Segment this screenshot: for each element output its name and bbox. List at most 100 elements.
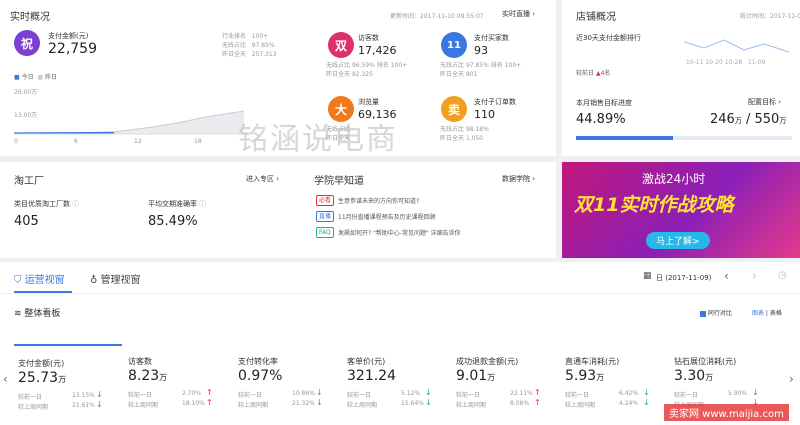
metric-value: 0.97%	[238, 368, 283, 384]
rank-dates: 10-11 10-20 10-28 11-09	[686, 59, 766, 66]
metric-name: 钻石展位消耗(元)	[674, 357, 737, 366]
date-label: 日 (2017-11-09)	[656, 274, 712, 282]
factory-count-label: 类目优质淘工厂数 ⓘ	[14, 200, 80, 208]
store-stat-time: 统计时间：2017-11-09	[740, 13, 800, 20]
pay-amount-value: 22,759	[48, 41, 97, 57]
metric-week-compare: 较上周同期 18.10% ↑	[128, 398, 213, 410]
pay-amount-stats: 行业排名 100+ 无线占比 97.85% 昨日全天 257,313	[222, 33, 277, 58]
live-link[interactable]: 实时直播 ›	[502, 9, 535, 19]
target-link[interactable]: 配置目标 ›	[748, 97, 781, 107]
metric-value: 9.01万	[456, 368, 496, 384]
store-panel: 店铺概况 统计时间：2017-11-09 近30天支付金额排行 较前日 ▲4名 …	[562, 0, 800, 156]
legend: ■ 今日 ■ 昨日	[14, 74, 58, 81]
banner-button[interactable]: 马上了解>	[646, 232, 710, 249]
metric-card[interactable]: 客单价(元) 321.24 较前一日 5.12% ↓ 较上周同期 15.64% ↓	[343, 344, 451, 416]
metric-value: 5.93万	[565, 368, 605, 384]
enter-zone-link[interactable]: 进入专区 ›	[246, 174, 279, 184]
visitors-label: 访客数	[358, 34, 379, 42]
metric-name: 客单价(元)	[347, 357, 386, 366]
academy-item[interactable]: FAQ 发飙如何开? "帮助中心-常见问题" 详细告诉你	[316, 227, 546, 239]
metric-value: 3.30万	[674, 368, 714, 384]
store-title: 店铺概况	[576, 12, 616, 23]
metric-week-compare: 较上周同期 21.61% ↓	[18, 400, 103, 412]
x-tick-label: 6	[74, 138, 78, 145]
visitors-value: 17,426	[358, 44, 397, 57]
x-tick-label: 12	[134, 138, 142, 145]
banner-top: 激战24小时	[642, 172, 706, 186]
metric-day-compare: 较前一日 22.11% ↑	[456, 388, 541, 400]
metric-day-compare: 较前一日 5.90% ↓	[674, 388, 759, 400]
metric-card[interactable]: 支付金额(元) 25.73万 较前一日 13.15% ↓ 较上周同期 21.61% ↓	[14, 344, 122, 416]
banner-main: 双11实时作战攻略	[574, 194, 734, 216]
metric-day-compare: 较前一日 6.42% ↓	[565, 388, 650, 400]
tab-active-underline	[14, 291, 72, 293]
metric-week-compare: 较上周同期 21.32% ↓	[238, 398, 323, 410]
buyers-value: 93	[474, 44, 488, 57]
buyers-stats: 无线占比 97.85% 排名 100+ 昨日全天 801	[440, 62, 522, 78]
rank-chart	[684, 39, 790, 53]
calendar-icon[interactable]: ▦	[643, 271, 652, 281]
update-time: 更新时间：2017-11-10 09:55:07	[390, 13, 484, 20]
series-yesterday-area	[14, 111, 244, 134]
x-tick-label: 18	[194, 138, 202, 145]
metric-day-compare: 较前一日 2.70% ↑	[128, 388, 213, 400]
target-amount: 246万 / 550万	[710, 112, 787, 127]
metric-card[interactable]: 直通车消耗(元) 5.93万 较前一日 6.42% ↓ 较上周同期 4.24% ↓	[561, 344, 669, 416]
data-academy-link[interactable]: 数据学院 ›	[502, 174, 535, 184]
metric-name: 支付金额(元)	[18, 359, 65, 368]
carousel-next-icon[interactable]: ›	[789, 372, 794, 386]
card-icon-buyers: 11	[441, 32, 467, 58]
metric-day-compare: 较前一日 10.86% ↓	[238, 388, 323, 400]
series-today-line	[14, 131, 115, 134]
target-progress-track	[576, 136, 792, 140]
peer-compare-checkbox[interactable]: 同行对比	[700, 308, 732, 317]
card-icon-orders: 卖	[441, 96, 467, 122]
target-progress-fill	[576, 136, 673, 140]
academy-item[interactable]: 直播 11月份直播课程预告及历史课程回顾	[316, 211, 546, 223]
target-label: 本月销售目标进度	[576, 99, 632, 107]
metric-name: 支付转化率	[238, 357, 278, 366]
orders-value: 110	[474, 108, 495, 121]
x-tick-label: 0	[14, 138, 18, 145]
orders-label: 支付子订单数	[474, 98, 516, 106]
target-percent: 44.89%	[576, 112, 626, 127]
academy-panel: 学院早知道 数据学院 › 必看 生意参谋未来的方向你可知道? 直播 11月份直播课程…	[302, 162, 556, 258]
metric-value: 8.23万	[128, 368, 168, 384]
promo-banner[interactable]: 激战24小时 双11实时作战攻略 马上了解>	[562, 162, 800, 258]
view-toggle[interactable]: 图表 | 表格	[752, 308, 782, 317]
academy-item[interactable]: 必看 生意参谋未来的方向你可知道?	[316, 195, 546, 207]
clock-icon[interactable]: ◷	[778, 270, 787, 281]
factory-count-value: 405	[14, 214, 39, 229]
site-watermark: 卖家网 www.maijia.com	[664, 404, 789, 421]
metric-value: 321.24	[347, 368, 396, 384]
board-title: ≋ 整体看板	[14, 309, 61, 319]
delivery-accuracy-value: 85.49%	[148, 214, 198, 229]
visitors-stats: 无线占比 96.59% 排名 100+ 昨日全天 82,325	[326, 62, 408, 78]
next-date-icon[interactable]: ›	[752, 269, 757, 283]
academy-title: 学院早知道	[314, 176, 364, 187]
metric-value: 25.73万	[18, 370, 67, 386]
layers-icon: ≋	[14, 309, 22, 319]
cup-icon: ♁	[90, 275, 98, 286]
carousel-prev-icon[interactable]: ‹	[3, 372, 8, 386]
tab-management[interactable]: ♁ 管理视窗	[90, 271, 141, 286]
rank-title: 近30天支付金额排行	[576, 34, 641, 42]
rank-change: 较前日 ▲4名	[576, 70, 611, 77]
metric-name: 访客数	[128, 357, 152, 366]
metric-card[interactable]: 成功退款金额(元) 9.01万 较前一日 22.11% ↑ 较上周同期 8.08% ↑	[452, 344, 560, 416]
prev-date-icon[interactable]: ‹	[724, 269, 729, 283]
metric-name: 直通车消耗(元)	[565, 357, 620, 366]
orders-stats: 无线占比 98.18% 昨日全天 1,050	[440, 126, 489, 142]
metric-name: 成功退款金额(元)	[456, 357, 519, 366]
metric-day-compare: 较前一日 13.15% ↓	[18, 390, 103, 402]
tab-bar: ⛉ 运营视窗 ♁ 管理视窗 ▦ 日 (2017-11-09) ‹ › ◷	[0, 262, 800, 294]
metric-card[interactable]: 访客数 8.23万 较前一日 2.70% ↑ 较上周同期 18.10% ↑	[124, 344, 232, 416]
metric-card[interactable]: 支付转化率 0.97% 较前一日 10.86% ↓ 较上周同期 21.32% ↓	[234, 344, 342, 416]
buyers-label: 支付买家数	[474, 34, 509, 42]
delivery-accuracy-label: 平均交期准确率 ⓘ	[148, 200, 207, 208]
metric-day-compare: 较前一日 5.12% ↓	[347, 388, 432, 400]
festival-icon: 祝	[14, 30, 40, 56]
tab-operations[interactable]: ⛉ 运营视窗	[14, 271, 65, 286]
realtime-title: 实时概况	[10, 12, 50, 23]
shield-icon: ⛉	[14, 275, 22, 286]
